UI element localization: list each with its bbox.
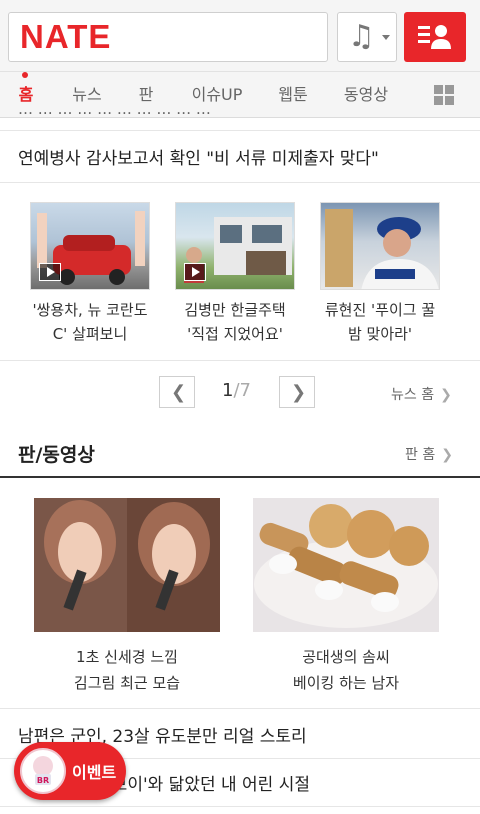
chevron-right-icon: ❯ (441, 447, 453, 463)
prev-page-button[interactable]: ❮ (159, 376, 195, 408)
event-badge-icon: BR (20, 748, 66, 794)
user-menu-button[interactable] (404, 12, 466, 62)
divider (0, 360, 480, 361)
pan-home-link[interactable]: 판 홈 ❯ (405, 444, 453, 464)
partial-headline[interactable]: … … … … … … … … … … (18, 100, 211, 118)
event-label: 이벤트 (72, 763, 117, 782)
user-menu-icon (418, 25, 451, 49)
grid-menu-icon[interactable] (434, 85, 454, 105)
news-thumb-caption: 류현진 '푸이그 꿀 밤 맞아라' (324, 301, 436, 343)
pan-card-image (34, 498, 220, 632)
page-indicator: 1/7 (222, 380, 251, 401)
divider (0, 130, 480, 131)
search-box[interactable]: NATE (8, 12, 328, 62)
chevron-down-icon (382, 35, 390, 40)
active-tab-indicator (22, 72, 28, 78)
divider (0, 806, 480, 807)
news-home-link[interactable]: 뉴스 홈 ❯ (391, 384, 452, 404)
section-title: 판/동영상 (18, 444, 95, 466)
next-page-button[interactable]: ❯ (279, 376, 315, 408)
header-bar: NATE ♫ (0, 0, 480, 72)
news-thumb-card[interactable]: 김병만 한글주택 '직접 지었어요' (175, 202, 295, 346)
nate-logo[interactable]: NATE (20, 19, 111, 55)
tab-video[interactable]: 동영상 (334, 72, 398, 118)
music-note-icon: ♫ (348, 19, 375, 54)
news-thumb-card[interactable]: '쌍용차, 뉴 코란도 C' 살펴보니 (30, 202, 150, 346)
tab-webtoon[interactable]: 웹툰 (268, 72, 318, 118)
news-thumb-image (175, 202, 295, 290)
pan-card-caption: 1초 신세경 느낌 김그림 최근 모습 (73, 648, 181, 692)
chevron-right-icon: ❯ (291, 382, 307, 403)
divider (0, 182, 480, 183)
pan-card[interactable]: 공대생의 솜씨 베이킹 하는 남자 (253, 498, 439, 696)
svg-text:BR: BR (37, 776, 49, 785)
play-icon (184, 263, 206, 281)
chevron-left-icon: ❮ (171, 382, 187, 403)
divider (0, 708, 480, 709)
event-button[interactable]: BR 이벤트 (14, 742, 126, 800)
play-icon (39, 263, 61, 281)
news-headline[interactable]: 연예병사 감사보고서 확인 "비 서류 미제출자 맞다" (18, 137, 379, 181)
news-thumb-caption: '쌍용차, 뉴 코란도 C' 살펴보니 (32, 301, 148, 343)
news-thumb-image (320, 202, 440, 290)
pan-card-image (253, 498, 439, 632)
news-thumb-card[interactable]: 류현진 '푸이그 꿀 밤 맞아라' (320, 202, 440, 346)
news-thumb-image (30, 202, 150, 290)
pan-card[interactable]: 1초 신세경 느낌 김그림 최근 모습 (34, 498, 220, 696)
chevron-right-icon: ❯ (440, 387, 452, 403)
news-thumb-caption: 김병만 한글주택 '직접 지었어요' (184, 301, 286, 343)
pan-card-caption: 공대생의 솜씨 베이킹 하는 남자 (292, 648, 400, 692)
music-button[interactable]: ♫ (337, 12, 397, 62)
